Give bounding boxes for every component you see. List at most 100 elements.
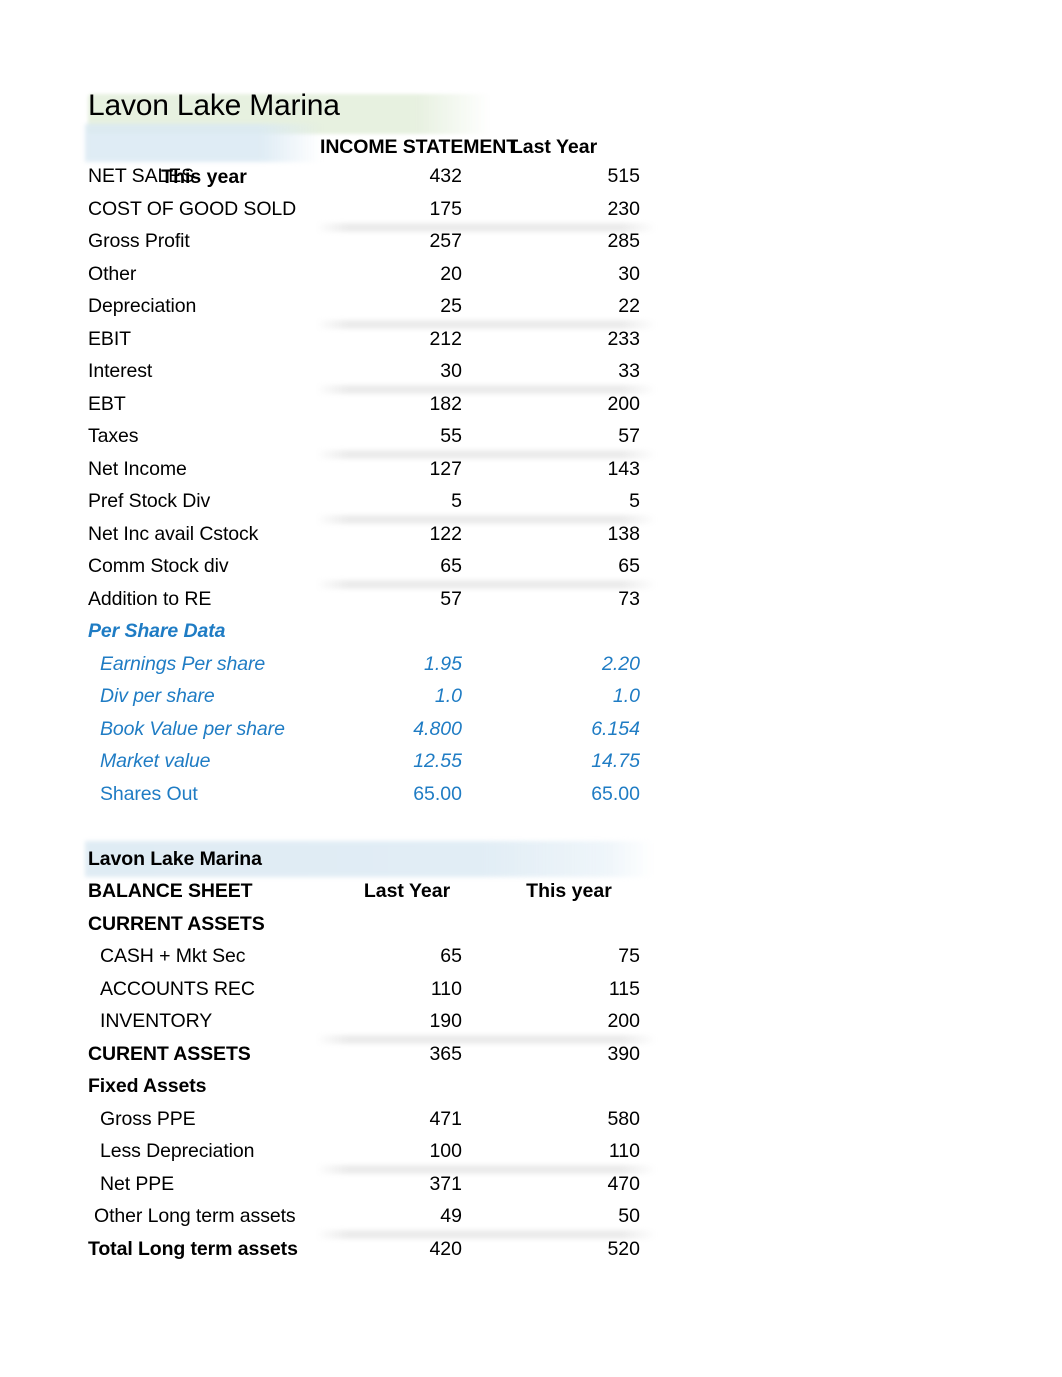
column-header-this-year: This year	[161, 166, 247, 188]
row-label: Net Income	[88, 457, 187, 480]
row-value-this-year: 6.154	[591, 717, 640, 740]
row-value-this-year: 580	[607, 1107, 640, 1130]
row-value-last-year: 55	[440, 425, 462, 448]
table-row: CASH + Mkt Sec 65 75	[88, 941, 658, 974]
row-value-this-year: 73	[618, 587, 640, 610]
row-value-this-year: 33	[618, 360, 640, 383]
blue-highlight-band	[85, 124, 321, 162]
table-row: Comm Stock div 65 65	[88, 551, 658, 584]
current-assets-heading-row: CURRENT ASSETS	[88, 908, 658, 941]
table-row: Other 20 30	[88, 258, 658, 291]
row-value-this-year: 200	[607, 1010, 640, 1033]
balance-sheet-header-row: BALANCE SHEET Last Year This year	[88, 876, 658, 909]
row-label: Net PPE	[100, 1172, 175, 1195]
row-label: INVENTORY	[100, 1010, 213, 1033]
fixed-assets-heading-row: Fixed Assets	[88, 1071, 658, 1104]
row-value-this-year: 65.00	[591, 782, 640, 805]
row-value-last-year: 212	[429, 327, 462, 350]
row-value-this-year: 2.20	[602, 652, 640, 675]
row-value-this-year: 22	[618, 295, 640, 318]
row-value-last-year: 1.0	[434, 685, 462, 708]
row-value-this-year: 515	[607, 165, 640, 188]
row-label: COST OF GOOD SOLD	[88, 197, 297, 220]
row-label: Market value	[100, 750, 211, 773]
row-value-last-year: 432	[429, 165, 462, 188]
spreadsheet-content: Lavon Lake Marina INCOME STATEMENT Last …	[85, 84, 658, 1266]
current-assets-total-row: CURENT ASSETS 365 390	[88, 1038, 658, 1071]
table-row: EBIT 212 233	[88, 323, 658, 356]
row-value-last-year: 4.800	[413, 717, 462, 740]
row-label: Comm Stock div	[88, 555, 229, 578]
table-row: Pref Stock Div 5 5	[88, 486, 658, 519]
company-name: Lavon Lake Marina	[88, 847, 262, 870]
row-value-last-year: 257	[429, 230, 462, 253]
row-value-this-year: 233	[607, 327, 640, 350]
table-row: Div per share 1.0 1.0	[88, 681, 658, 714]
row-value-last-year: 1.95	[424, 652, 462, 675]
table-row: Taxes 55 57	[88, 421, 658, 454]
row-value-last-year: 127	[429, 457, 462, 480]
table-row: Less Depreciation 100 110	[88, 1136, 658, 1169]
row-label: Div per share	[100, 685, 215, 708]
table-row: Gross Profit 257 285	[88, 226, 658, 259]
row-value-this-year: 470	[607, 1172, 640, 1195]
row-label: Net Inc avail Cstock	[88, 522, 259, 545]
column-header-last-year: Last Year	[510, 135, 598, 158]
table-row: ACCOUNTS REC 110 115	[88, 973, 658, 1006]
table-row: Shares Out 65.00 65.00	[88, 778, 658, 811]
row-label: EBT	[88, 392, 126, 415]
table-row: Market value 12.55 14.75	[88, 746, 658, 779]
row-value-this-year: 200	[607, 392, 640, 415]
row-value-last-year: 110	[430, 977, 462, 1000]
table-row: Depreciation 25 22	[88, 291, 658, 324]
row-value-last-year: 420	[429, 1237, 462, 1260]
row-value-this-year: 5	[629, 490, 640, 513]
column-header-this-year: This year	[526, 880, 612, 903]
row-label: Other Long term assets	[94, 1205, 296, 1228]
row-label: Book Value per share	[100, 717, 285, 740]
income-statement-company-title: Lavon Lake Marina	[88, 84, 658, 134]
fixed-assets-heading: Fixed Assets	[88, 1075, 207, 1098]
table-row: Earnings Per share 1.95 2.20	[88, 648, 658, 681]
row-value-last-year: 65	[440, 555, 462, 578]
row-label: EBIT	[88, 327, 131, 350]
current-assets-heading: CURRENT ASSETS	[88, 912, 265, 935]
row-value-last-year: 175	[429, 197, 462, 220]
row-label: CASH + Mkt Sec	[100, 945, 246, 968]
row-value-last-year: 20	[440, 262, 462, 285]
company-name: Lavon Lake Marina	[88, 89, 340, 122]
table-row: Net Inc avail Cstock 122 138	[88, 518, 658, 551]
row-value-last-year: 371	[429, 1172, 462, 1195]
row-value-last-year: 12.55	[413, 750, 462, 773]
table-row: Gross PPE 471 580	[88, 1103, 658, 1136]
row-value-last-year: 190	[429, 1010, 462, 1033]
row-value-this-year: 285	[607, 230, 640, 253]
row-value-last-year: 5	[451, 490, 462, 513]
row-label: Gross PPE	[100, 1107, 196, 1130]
row-label: Less Depreciation	[100, 1140, 255, 1163]
total-long-term-assets-row: Total Long term assets 420 520	[88, 1233, 658, 1266]
row-value-last-year: 471	[429, 1107, 462, 1130]
row-value-this-year: 115	[608, 977, 640, 1000]
row-value-this-year: 50	[618, 1205, 640, 1228]
row-value-last-year: 30	[440, 360, 462, 383]
balance-sheet-title: BALANCE SHEET	[88, 880, 253, 903]
per-share-data-heading-row: Per Share Data	[88, 616, 658, 649]
column-header-last-year: Last Year	[363, 880, 451, 903]
row-value-last-year: 182	[429, 392, 462, 415]
per-share-data-heading: Per Share Data	[88, 620, 226, 643]
table-row: Addition to RE 57 73	[88, 583, 658, 616]
row-label: Shares Out	[100, 782, 198, 805]
table-row: Interest 30 33	[88, 356, 658, 389]
row-value-this-year: 230	[607, 197, 640, 220]
row-label: Other	[88, 262, 137, 285]
table-row: Net PPE 371 470	[88, 1168, 658, 1201]
table-row: Book Value per share 4.800 6.154	[88, 713, 658, 746]
row-label: Taxes	[88, 425, 139, 448]
table-row: INVENTORY 190 200	[88, 1006, 658, 1039]
row-value-last-year: 57	[440, 587, 462, 610]
row-label: Pref Stock Div	[88, 490, 211, 513]
income-statement-title: INCOME STATEMENT	[320, 135, 519, 158]
row-value-this-year: 110	[608, 1140, 640, 1163]
